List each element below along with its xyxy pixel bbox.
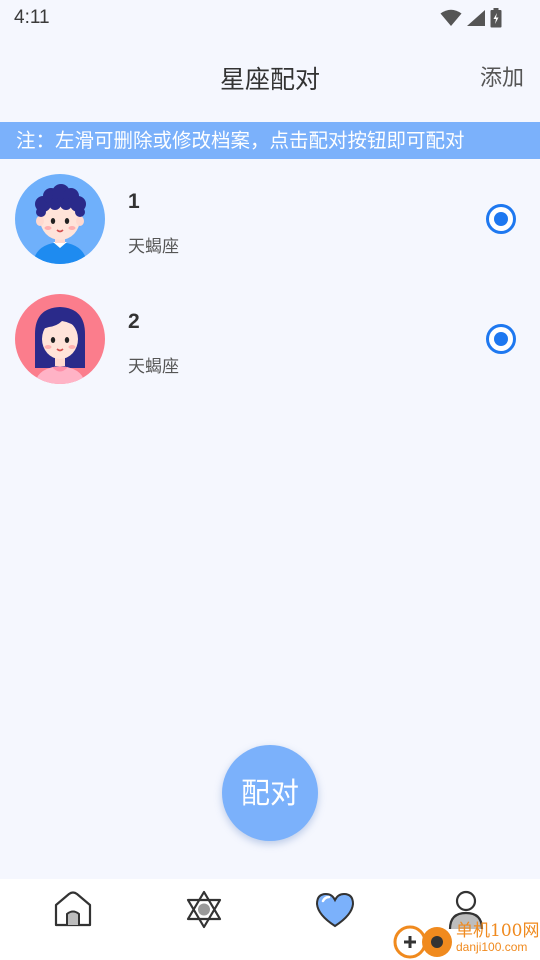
home-icon [54, 891, 92, 927]
radio-checked-dot [494, 332, 508, 346]
watermark: 单机100网 danji100.com [390, 916, 540, 960]
girl-avatar [15, 294, 105, 384]
profile-name: 1 [128, 190, 140, 213]
select-radio[interactable] [486, 324, 516, 354]
boy-avatar [15, 174, 105, 264]
match-button[interactable]: 配对 [222, 745, 318, 841]
watermark-text: 单机100网 [456, 921, 540, 941]
status-bar: 4:11 [0, 0, 540, 38]
battery-icon [490, 8, 502, 28]
select-radio[interactable] [486, 204, 516, 234]
list-item[interactable]: 1 天蝎座 [0, 159, 540, 279]
wifi-icon [440, 9, 462, 26]
cell-signal-icon [467, 10, 485, 26]
list-item[interactable]: 2 天蝎座 [0, 279, 540, 399]
radio-checked-dot [494, 212, 508, 226]
nav-astrolabe[interactable] [182, 887, 226, 931]
status-icons [440, 7, 502, 29]
status-time: 4:11 [14, 7, 50, 28]
add-button[interactable]: 添加 [480, 60, 524, 92]
profile-list: 1 天蝎座 2 天蝎座 [0, 159, 540, 399]
star-of-david-icon [186, 890, 222, 929]
nav-match[interactable] [313, 887, 357, 931]
watermark-logo-icon [393, 925, 452, 959]
profile-zodiac-sign: 天蝎座 [128, 357, 179, 377]
header: 星座配对 添加 [0, 38, 540, 120]
heart-icon [315, 892, 355, 928]
nav-home[interactable] [51, 887, 95, 931]
watermark-url: danji100.com [456, 940, 528, 954]
page-title: 星座配对 [219, 65, 320, 94]
profile-name: 2 [128, 310, 140, 333]
profile-zodiac-sign: 天蝎座 [128, 237, 179, 257]
notice-banner: 注：左滑可删除或修改档案，点击配对按钮即可配对 [0, 122, 540, 159]
